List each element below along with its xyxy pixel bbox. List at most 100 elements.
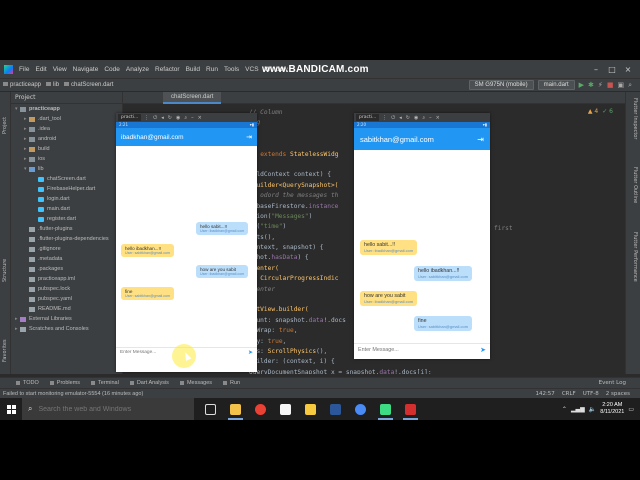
project-tree-item[interactable]: .metadata: [11, 254, 122, 264]
start-button[interactable]: [0, 398, 22, 420]
zoom-icon[interactable]: ⌕: [422, 115, 425, 121]
network-icon[interactable]: ▂▄▆: [571, 406, 585, 413]
project-tree-item[interactable]: login.dart: [11, 194, 122, 204]
media-taskbar-button[interactable]: [273, 398, 298, 420]
close-icon[interactable]: ×: [436, 115, 440, 121]
search-everywhere-icon[interactable]: ⌕: [628, 81, 632, 90]
minimize-icon[interactable]: –: [191, 115, 194, 121]
terminal-tab[interactable]: Terminal: [91, 380, 119, 386]
menu-edit[interactable]: Edit: [32, 66, 49, 73]
volume-icon[interactable]: ◂: [161, 115, 164, 121]
power-icon[interactable]: ⏻: [391, 115, 395, 121]
status-message[interactable]: Failed to start monitoring emulator-5554…: [3, 391, 143, 397]
chrome-taskbar-button[interactable]: [248, 398, 273, 420]
favorites-tool-tab[interactable]: Favorites: [2, 339, 8, 362]
taskbar-search-input[interactable]: [38, 405, 179, 413]
file-explorer-taskbar-button[interactable]: [223, 398, 248, 420]
project-tree-item[interactable]: ▸ build: [11, 144, 122, 154]
messages-tab[interactable]: Messages: [180, 380, 212, 386]
menu-view[interactable]: View: [50, 66, 70, 73]
maximize-icon[interactable]: □: [604, 65, 620, 74]
project-tree-item[interactable]: ▸ .idea: [11, 124, 122, 134]
chat-list[interactable]: hello sabit...!! User: ibadkhan@gmail.co…: [116, 146, 257, 363]
breadcrumb-project[interactable]: practiceapp: [3, 82, 41, 88]
project-tree-item[interactable]: chatScreen.dart: [11, 174, 122, 184]
android-studio-taskbar-button[interactable]: [373, 398, 398, 420]
task-view-taskbar-button[interactable]: [198, 398, 223, 420]
event-log-tab[interactable]: Event Log: [599, 380, 626, 386]
project-tree-item[interactable]: .flutter-plugins-dependencies: [11, 234, 122, 244]
project-tree-item[interactable]: ▾ lib: [11, 164, 122, 174]
project-tree-item[interactable]: README.md: [11, 304, 122, 314]
editor-tab-chatscreen[interactable]: chatScreen.dart: [163, 92, 222, 104]
flutter-outline-tab[interactable]: Flutter Outline: [632, 167, 638, 203]
logout-icon[interactable]: ⇥: [246, 133, 252, 141]
stop-icon[interactable]: ■: [607, 81, 614, 89]
line-separator[interactable]: CRLF: [562, 391, 576, 397]
message-input[interactable]: [358, 346, 481, 353]
menu-dots-icon[interactable]: ⋮: [382, 115, 387, 121]
project-tree-item[interactable]: main.dart: [11, 204, 122, 214]
minimize-icon[interactable]: –: [429, 115, 432, 121]
todo-tab[interactable]: TODO: [16, 380, 39, 386]
menu-navigate[interactable]: Navigate: [70, 66, 102, 73]
logout-icon[interactable]: ⇥: [477, 135, 484, 144]
flutter-performance-tab[interactable]: Flutter Performance: [632, 232, 638, 282]
project-tree-item[interactable]: ▸ External Libraries: [11, 314, 122, 324]
breadcrumb-lib[interactable]: lib: [46, 82, 59, 88]
rotate-icon[interactable]: ↻: [168, 115, 172, 121]
project-tree-item[interactable]: ▸ .dart_tool: [11, 114, 122, 124]
power-icon[interactable]: ⏻: [153, 115, 157, 121]
hot-reload-icon[interactable]: ⚡: [598, 81, 603, 89]
project-tree-item[interactable]: ▸ Scratches and Consoles: [11, 324, 122, 334]
tray-chevron-icon[interactable]: ⌃: [562, 406, 567, 413]
device-selector[interactable]: SM G975N (mobile): [468, 80, 534, 90]
minimize-icon[interactable]: –: [588, 65, 604, 74]
project-tree-item[interactable]: .packages: [11, 264, 122, 274]
rotate-icon[interactable]: ↻: [406, 115, 410, 121]
zoom-icon[interactable]: ⌕: [184, 115, 187, 121]
project-tree-item[interactable]: pubspec.yaml: [11, 294, 122, 304]
inspection-badge[interactable]: ▲ 4 ✓ 6: [588, 108, 613, 115]
project-tree-item[interactable]: practiceapp.iml: [11, 274, 122, 284]
project-tree-item[interactable]: register.dart: [11, 214, 122, 224]
project-tree-item[interactable]: .gitignore: [11, 244, 122, 254]
close-icon[interactable]: ×: [620, 65, 636, 74]
word-taskbar-button[interactable]: [323, 398, 348, 420]
project-tree-item[interactable]: FirebaseHelper.dart: [11, 184, 122, 194]
project-tree-item[interactable]: ▸ android: [11, 134, 122, 144]
emulator-left-tab[interactable]: practi...: [118, 114, 142, 121]
menu-build[interactable]: Build: [183, 66, 203, 73]
camera-icon[interactable]: ◉: [176, 115, 180, 121]
project-tree-item[interactable]: ▾ practiceapp: [11, 104, 122, 114]
taskbar-clock[interactable]: 2:20 AM 8/11/2021: [600, 402, 624, 416]
project-tree-item[interactable]: pubspec.lock: [11, 284, 122, 294]
problems-tab[interactable]: Problems: [50, 380, 80, 386]
send-icon[interactable]: ➤: [248, 349, 253, 356]
camera-icon[interactable]: ◉: [414, 115, 418, 121]
menu-analyze[interactable]: Analyze: [123, 66, 152, 73]
menu-dots-icon[interactable]: ⋮: [144, 115, 149, 121]
sdk-manager-icon[interactable]: ▣: [617, 81, 624, 89]
breadcrumb-file[interactable]: chatScreen.dart: [64, 82, 113, 88]
menu-tools[interactable]: Tools: [221, 66, 242, 73]
menu-code[interactable]: Code: [101, 66, 123, 73]
project-panel-title[interactable]: Project: [15, 94, 36, 101]
menu-vcs[interactable]: VCS: [242, 66, 261, 73]
run-icon[interactable]: ▶: [579, 81, 584, 89]
indent-setting[interactable]: 2 spaces: [606, 391, 630, 397]
menu-file[interactable]: File: [16, 66, 32, 73]
flutter-inspector-tab[interactable]: Flutter Inspector: [632, 98, 638, 139]
chrome-alt-taskbar-button[interactable]: [348, 398, 373, 420]
project-tree-item[interactable]: .flutter-plugins: [11, 224, 122, 234]
volume-icon[interactable]: ◂: [399, 115, 402, 121]
loom-taskbar-button[interactable]: [298, 398, 323, 420]
emulator-right-tab[interactable]: practi...: [356, 114, 380, 121]
run-config-selector[interactable]: main.dart: [537, 80, 575, 90]
debug-icon[interactable]: ✱: [588, 81, 594, 89]
volume-tray-icon[interactable]: 🔈: [589, 406, 596, 413]
bandicam-taskbar-button[interactable]: [398, 398, 423, 420]
project-tree-item[interactable]: ▸ ios: [11, 154, 122, 164]
menu-run[interactable]: Run: [203, 66, 221, 73]
file-encoding[interactable]: UTF-8: [583, 391, 599, 397]
